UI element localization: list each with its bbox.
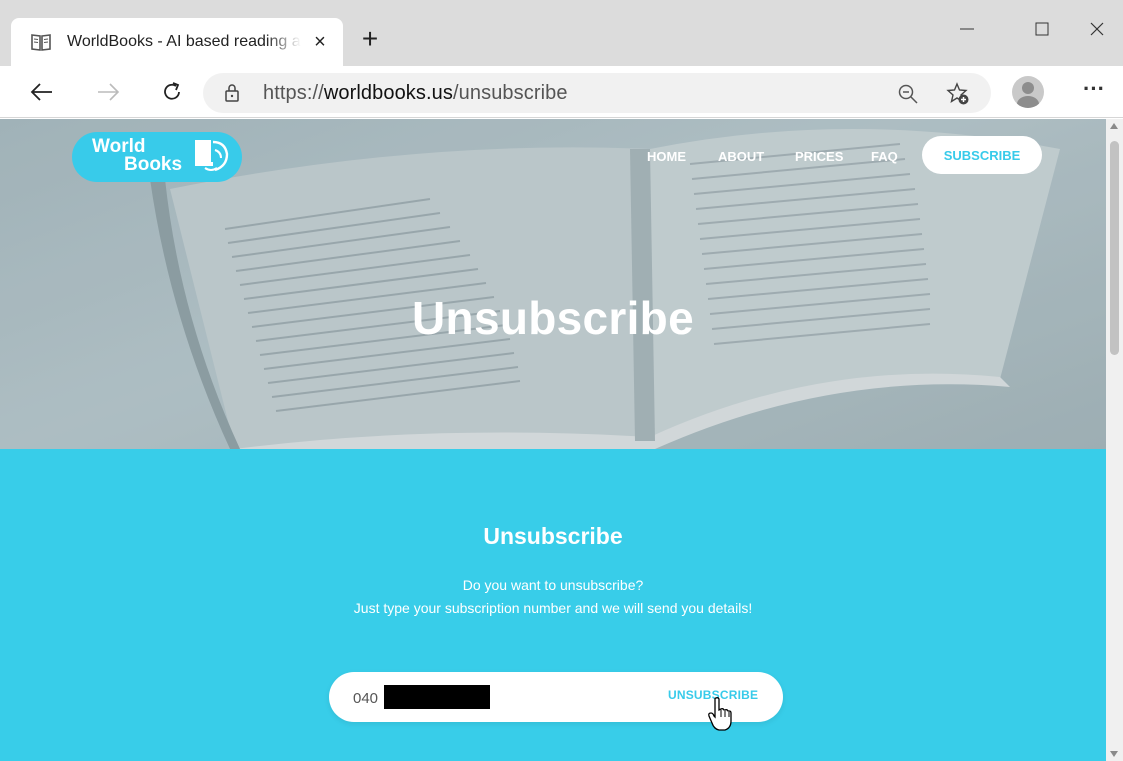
worldbooks-logo[interactable]: World Books (72, 132, 242, 182)
forward-arrow-icon[interactable] (90, 76, 126, 108)
vertical-scrollbar[interactable] (1106, 119, 1123, 761)
hero-banner: World Books HOME ABOUT PRICES FAQ SUBSCR… (0, 119, 1106, 449)
hand-pointer-cursor-icon (708, 697, 732, 731)
unsubscribe-section: Unsubscribe Do you want to unsubscribe? … (0, 449, 1106, 761)
redacted-block (384, 685, 490, 709)
add-favorite-icon[interactable] (945, 81, 971, 107)
lock-icon[interactable] (221, 82, 243, 104)
tab-close-icon[interactable]: × (307, 29, 333, 55)
url-host: worldbooks.us (323, 81, 453, 104)
nav-home-link[interactable]: HOME (647, 149, 686, 164)
new-tab-button[interactable]: + (355, 25, 385, 56)
url-path: /unsubscribe (453, 81, 568, 104)
hero-title: Unsubscribe (412, 292, 694, 344)
tab-bar: WorldBooks - AI based reading a × + (0, 0, 1123, 66)
page-viewport: World Books HOME ABOUT PRICES FAQ SUBSCR… (0, 119, 1106, 761)
nav-prices-link[interactable]: PRICES (795, 149, 843, 164)
nav-about-link[interactable]: ABOUT (718, 149, 764, 164)
maximize-icon[interactable] (1013, 0, 1071, 58)
book-favicon-icon (31, 32, 51, 52)
scroll-up-arrow-icon[interactable] (1110, 123, 1118, 129)
scroll-down-arrow-icon[interactable] (1110, 751, 1118, 757)
address-bar: https://worldbooks.us/unsubscribe ··· (0, 66, 1123, 118)
nav-faq-link[interactable]: FAQ (871, 149, 898, 164)
unsubscribe-instructions: Just type your subscription number and w… (353, 600, 753, 616)
tab-title: WorldBooks - AI based reading a (67, 33, 301, 50)
back-arrow-icon[interactable] (24, 76, 60, 108)
subscribe-nav-button[interactable]: SUBSCRIBE (922, 136, 1042, 174)
reload-icon[interactable] (154, 76, 190, 108)
scroll-thumb[interactable] (1110, 141, 1119, 355)
window-close-icon[interactable] (1068, 0, 1123, 58)
url-scheme: https:// (263, 81, 324, 104)
url-text: https://worldbooks.us/unsubscribe (263, 82, 568, 105)
unsubscribe-heading: Unsubscribe (483, 523, 623, 549)
unsubscribe-form: UNSUBSCRIBE (329, 672, 783, 731)
logo-text-books: Books (124, 154, 183, 175)
url-field[interactable]: https://worldbooks.us/unsubscribe (203, 73, 991, 113)
more-menu-icon[interactable]: ··· (1078, 76, 1110, 108)
browser-tab[interactable]: WorldBooks - AI based reading a × (11, 18, 343, 66)
book-globe-icon (195, 140, 229, 172)
profile-avatar[interactable] (1012, 76, 1044, 108)
minimize-icon[interactable] (938, 0, 996, 58)
unsubscribe-question: Do you want to unsubscribe? (462, 577, 644, 593)
zoom-out-icon[interactable] (895, 81, 921, 107)
